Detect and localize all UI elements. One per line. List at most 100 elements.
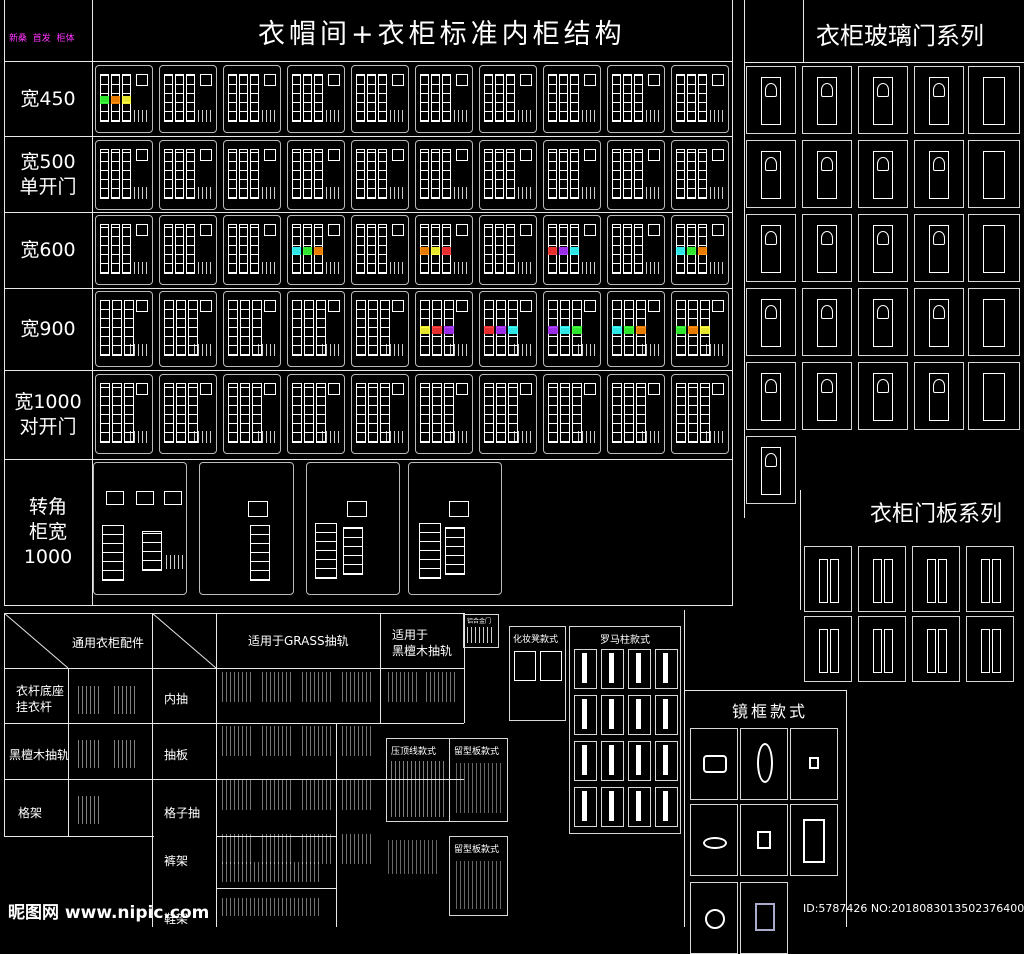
corner-thumb-3[interactable] (306, 462, 400, 595)
cabinet-thumb-5-10[interactable] (671, 374, 729, 454)
roman-column-panel[interactable]: 罗马柱款式 (569, 626, 681, 834)
panel-door-1-4[interactable] (966, 546, 1014, 612)
mirror-frame-8[interactable] (740, 882, 788, 954)
glass-door-extra-2[interactable] (968, 140, 1020, 208)
cabinet-thumb-5-8[interactable] (543, 374, 601, 454)
glass-door-2-3[interactable] (858, 140, 908, 208)
glass-door-3-1[interactable] (746, 214, 796, 282)
mirror-frame-6[interactable] (790, 804, 838, 876)
cabinet-thumb-3-6[interactable] (415, 215, 473, 285)
tiny-panel[interactable]: 铝合金门 (463, 614, 499, 648)
panel-door-2-4[interactable] (966, 616, 1014, 682)
glass-door-extra-5[interactable] (968, 362, 1020, 430)
cabinet-thumb-3-4[interactable] (287, 215, 345, 285)
cabinet-thumb-3-3[interactable] (223, 215, 281, 285)
glass-door-2-2[interactable] (802, 140, 852, 208)
cabinet-thumb-1-2[interactable] (159, 65, 217, 133)
cabinet-thumb-5-6[interactable] (415, 374, 473, 454)
cabinet-thumb-1-4[interactable] (287, 65, 345, 133)
cabinet-thumb-4-6[interactable] (415, 291, 473, 367)
cabinet-thumb-1-6[interactable] (415, 65, 473, 133)
cabinet-thumb-2-4[interactable] (287, 140, 345, 210)
glass-door-1-4[interactable] (914, 66, 964, 134)
glass-door-4-2[interactable] (802, 288, 852, 356)
toolbar-item-3[interactable]: 柜体 (57, 34, 75, 44)
cabinet-thumb-4-3[interactable] (223, 291, 281, 367)
cabinet-thumb-3-10[interactable] (671, 215, 729, 285)
top-line-panel[interactable]: 压顶线款式 (386, 738, 450, 822)
cabinet-thumb-1-10[interactable] (671, 65, 729, 133)
panel-door-1-2[interactable] (858, 546, 906, 612)
mirror-frame-5[interactable] (740, 804, 788, 876)
glass-door-extra-1[interactable] (968, 66, 1020, 134)
mirror-frame-4[interactable] (690, 804, 738, 876)
cabinet-thumb-1-1[interactable] (95, 65, 153, 133)
glass-door-4-3[interactable] (858, 288, 908, 356)
cabinet-thumb-3-8[interactable] (543, 215, 601, 285)
mirror-frame-7[interactable] (690, 882, 738, 954)
glass-door-5-2[interactable] (802, 362, 852, 430)
cabinet-thumb-4-9[interactable] (607, 291, 665, 367)
glass-door-6-1[interactable] (746, 436, 796, 504)
mirror-frame-2[interactable] (740, 728, 788, 800)
mirror-frame-1[interactable] (690, 728, 738, 800)
cabinet-thumb-5-4[interactable] (287, 374, 345, 454)
cabinet-thumb-2-2[interactable] (159, 140, 217, 210)
lower-line-panel-2[interactable]: 留型板款式 (449, 836, 508, 916)
cabinet-thumb-1-3[interactable] (223, 65, 281, 133)
corner-thumb-2[interactable] (199, 462, 294, 595)
cabinet-thumb-2-7[interactable] (479, 140, 537, 210)
dressing-stool-panel[interactable]: 化妆凳款式 (509, 626, 566, 721)
glass-door-4-4[interactable] (914, 288, 964, 356)
cabinet-thumb-4-4[interactable] (287, 291, 345, 367)
cabinet-thumb-5-5[interactable] (351, 374, 409, 454)
glass-door-1-3[interactable] (858, 66, 908, 134)
cabinet-thumb-1-5[interactable] (351, 65, 409, 133)
glass-door-2-1[interactable] (746, 140, 796, 208)
corner-thumb-1[interactable] (93, 462, 187, 595)
cabinet-thumb-2-3[interactable] (223, 140, 281, 210)
glass-door-3-4[interactable] (914, 214, 964, 282)
cabinet-thumb-4-1[interactable] (95, 291, 153, 367)
glass-door-3-2[interactable] (802, 214, 852, 282)
glass-door-extra-4[interactable] (968, 288, 1020, 356)
cabinet-thumb-3-5[interactable] (351, 215, 409, 285)
panel-door-1-1[interactable] (804, 546, 852, 612)
cabinet-thumb-4-2[interactable] (159, 291, 217, 367)
cabinet-thumb-5-1[interactable] (95, 374, 153, 454)
cabinet-thumb-3-9[interactable] (607, 215, 665, 285)
cabinet-thumb-2-10[interactable] (671, 140, 729, 210)
glass-door-1-2[interactable] (802, 66, 852, 134)
lower-line-panel[interactable]: 留型板款式 (449, 738, 508, 822)
glass-door-extra-3[interactable] (968, 214, 1020, 282)
cabinet-thumb-2-9[interactable] (607, 140, 665, 210)
glass-door-5-1[interactable] (746, 362, 796, 430)
cabinet-thumb-2-1[interactable] (95, 140, 153, 210)
toolbar-item-1[interactable]: 新桑 (9, 34, 27, 44)
toolbar-item-2[interactable]: 首发 (33, 34, 51, 44)
glass-door-5-4[interactable] (914, 362, 964, 430)
cabinet-thumb-2-6[interactable] (415, 140, 473, 210)
panel-door-2-3[interactable] (912, 616, 960, 682)
cabinet-thumb-5-7[interactable] (479, 374, 537, 454)
cabinet-thumb-3-2[interactable] (159, 215, 217, 285)
cabinet-thumb-1-9[interactable] (607, 65, 665, 133)
glass-door-2-4[interactable] (914, 140, 964, 208)
glass-door-5-3[interactable] (858, 362, 908, 430)
glass-door-3-3[interactable] (858, 214, 908, 282)
cabinet-thumb-4-8[interactable] (543, 291, 601, 367)
cabinet-thumb-3-7[interactable] (479, 215, 537, 285)
panel-door-1-3[interactable] (912, 546, 960, 612)
panel-door-2-2[interactable] (858, 616, 906, 682)
cabinet-thumb-4-5[interactable] (351, 291, 409, 367)
cabinet-thumb-1-7[interactable] (479, 65, 537, 133)
cabinet-thumb-5-2[interactable] (159, 374, 217, 454)
cabinet-thumb-5-3[interactable] (223, 374, 281, 454)
cabinet-thumb-3-1[interactable] (95, 215, 153, 285)
glass-door-1-1[interactable] (746, 66, 796, 134)
cabinet-thumb-5-9[interactable] (607, 374, 665, 454)
cabinet-thumb-2-5[interactable] (351, 140, 409, 210)
cabinet-thumb-4-10[interactable] (671, 291, 729, 367)
corner-thumb-4[interactable] (408, 462, 502, 595)
cabinet-thumb-2-8[interactable] (543, 140, 601, 210)
